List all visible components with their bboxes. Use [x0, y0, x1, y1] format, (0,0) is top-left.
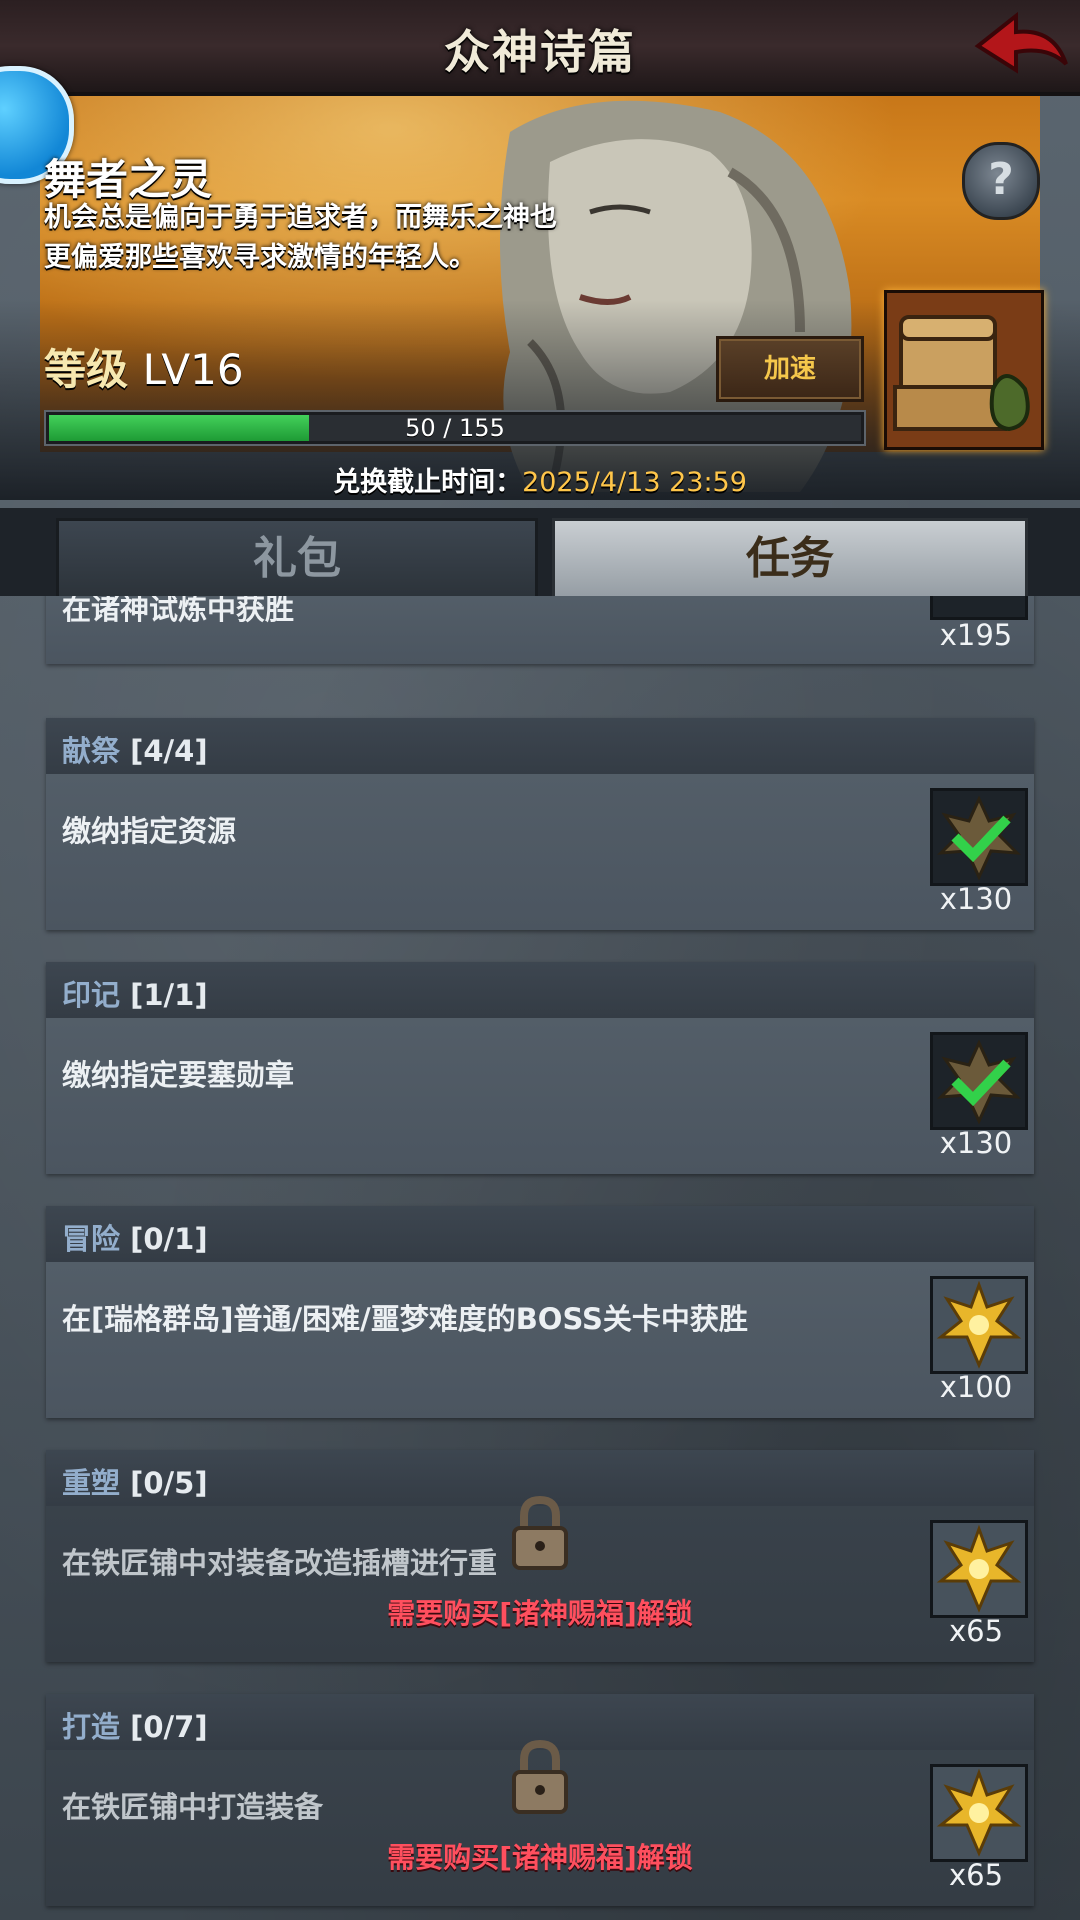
task-title: 献祭 [4/4]	[62, 734, 208, 768]
task-progress: [0/1]	[130, 1222, 208, 1256]
task-card: 印记 [1/1] 缴纳指定要塞勋章 x130	[46, 962, 1034, 1174]
help-question-icon[interactable]: ?	[962, 142, 1040, 220]
task-list[interactable]: 在诸神试炼中获胜 x195 献祭 [4/4] 缴纳指定资源 x130 印记 [1…	[0, 596, 1080, 1920]
speed-up-button[interactable]: 加速	[716, 336, 864, 402]
tab-task[interactable]: 任务	[552, 518, 1028, 600]
task-progress: [0/7]	[130, 1710, 208, 1744]
level-value: LV16	[142, 345, 244, 394]
task-title: 打造 [0/7]	[62, 1710, 208, 1744]
task-progress: [1/1]	[130, 978, 208, 1012]
exchange-deadline: 兑换截止时间：2025/4/13 23:59	[0, 460, 1080, 499]
level-prefix: 等级	[44, 345, 129, 394]
green-check-medal-icon	[930, 596, 1028, 620]
top-bar: 众神诗篇	[0, 0, 1080, 96]
task-description: 在铁匠铺中对装备改造插槽进行重	[62, 1546, 498, 1580]
task-header: 献祭 [4/4]	[46, 718, 1034, 774]
deadline-label: 兑换截止时间：	[333, 467, 523, 498]
task-description: 在铁匠铺中打造装备	[62, 1790, 324, 1824]
treasure-chest-icon[interactable]	[884, 290, 1044, 450]
description-line-2: 更偏爱那些喜欢寻求激情的年轻人。	[44, 242, 476, 273]
gold-emblem-icon	[930, 1276, 1028, 1374]
task-title: 重塑 [0/5]	[62, 1466, 208, 1500]
level-label: 等级 LV16	[44, 336, 244, 397]
task-card: 冒险 [0/1] 在[瑞格群岛]普通/困难/噩梦难度的BOSS关卡中获胜 x10…	[46, 1206, 1034, 1418]
page-title: 众神诗篇	[444, 25, 636, 79]
task-description: 在诸神试炼中获胜	[62, 596, 295, 626]
task-card: 献祭 [4/4] 缴纳指定资源 x130	[46, 718, 1034, 930]
task-card-locked: 打造 [0/7] 在铁匠铺中打造装备 x65 需要购买[诸神赐福]解锁	[46, 1694, 1034, 1906]
task-description: 缴纳指定要塞勋章	[62, 1058, 295, 1092]
task-title: 冒险 [0/1]	[62, 1222, 208, 1256]
reward-count: x130	[939, 882, 1013, 916]
deadline-value: 2025/4/13 23:59	[522, 467, 747, 498]
task-header: 印记 [1/1]	[46, 962, 1034, 1018]
description-line-1: 机会总是偏向于勇于追求者，而舞乐之神也	[44, 202, 557, 233]
task-description: 缴纳指定资源	[62, 814, 237, 848]
progress-text: 50 / 155	[405, 414, 505, 442]
task-card: 在诸神试炼中获胜 x195	[46, 596, 1034, 664]
task-header: 冒险 [0/1]	[46, 1206, 1034, 1262]
task-progress: [4/4]	[130, 734, 208, 768]
task-progress: [0/5]	[130, 1466, 208, 1500]
task-title: 印记 [1/1]	[62, 978, 208, 1012]
padlock-icon	[512, 1740, 568, 1814]
spirit-description: 机会总是偏向于勇于追求者，而舞乐之神也 更偏爱那些喜欢寻求激情的年轻人。	[44, 198, 604, 278]
tab-bar: 礼包 任务	[0, 508, 1080, 600]
task-description: 在[瑞格群岛]普通/困难/噩梦难度的BOSS关卡中获胜	[62, 1302, 748, 1336]
task-card-locked: 重塑 [0/5] 在铁匠铺中对装备改造插槽进行重 x65 需要购买[诸神赐福]解…	[46, 1450, 1034, 1662]
back-arrow-icon[interactable]	[970, 6, 1070, 86]
unlock-requirement-text: 需要购买[诸神赐福]解锁	[387, 1841, 693, 1874]
reward-count: x195	[939, 618, 1013, 652]
green-check-medal-icon	[930, 1032, 1028, 1130]
reward-count: x130	[939, 1126, 1013, 1160]
unlock-requirement-text: 需要购买[诸神赐福]解锁	[387, 1597, 693, 1630]
reward-count: x100	[939, 1370, 1013, 1404]
level-progress-bar: 50 / 155	[46, 412, 864, 444]
padlock-icon	[512, 1496, 568, 1570]
tab-gift[interactable]: 礼包	[56, 518, 538, 600]
green-check-medal-icon	[930, 788, 1028, 886]
